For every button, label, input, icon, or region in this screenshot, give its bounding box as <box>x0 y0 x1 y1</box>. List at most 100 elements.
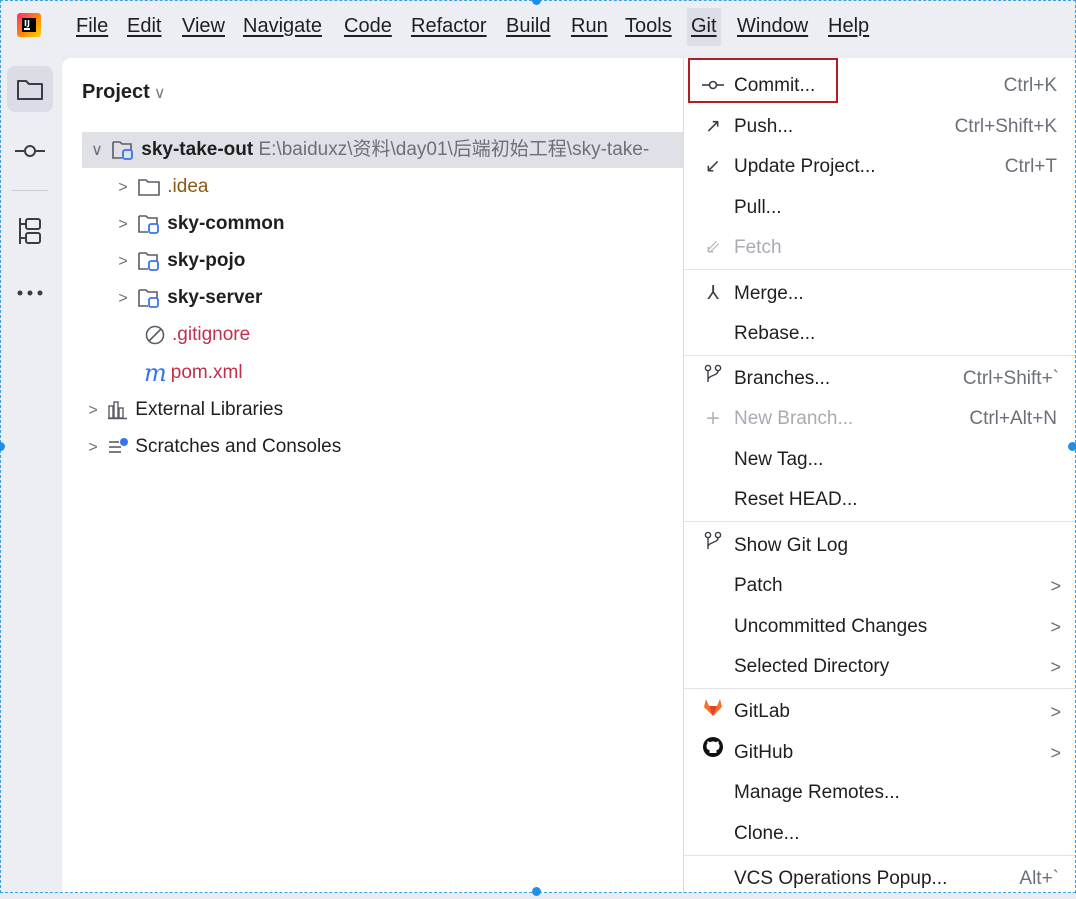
menu-separator <box>684 521 1076 522</box>
chevron-down-icon[interactable]: ∨ <box>88 133 106 169</box>
menu-item-manage-remotes[interactable]: Manage Remotes... <box>684 773 1076 813</box>
menu-item-gitlab[interactable]: GitLab > <box>684 692 1076 732</box>
commit-tool-button[interactable] <box>7 128 53 174</box>
menu-run[interactable]: Run <box>571 14 608 38</box>
tree-row-sky-common[interactable]: > sky-common <box>114 206 284 242</box>
menu-item-label: GitHub <box>734 742 794 763</box>
menu-item-label: New Tag... <box>734 449 824 470</box>
root-module-name: sky-take-out <box>141 139 254 160</box>
menu-separator <box>684 269 1076 270</box>
menu-item-label: Show Git Log <box>734 535 849 556</box>
resize-handle[interactable] <box>532 887 541 896</box>
more-tools-button[interactable] <box>7 270 53 316</box>
chevron-right-icon: > <box>1050 576 1061 596</box>
ignored-file-icon <box>145 325 165 345</box>
tree-item-label: sky-server <box>167 287 263 308</box>
structure-icon <box>19 218 41 244</box>
chevron-right-icon[interactable]: > <box>114 207 132 243</box>
menu-item-update-project[interactable]: ↙ Update Project... Ctrl+T <box>684 147 1076 187</box>
menu-item-clone[interactable]: Clone... <box>684 814 1076 854</box>
menu-item-label: VCS Operations Popup... <box>734 868 948 889</box>
menu-code[interactable]: Code <box>344 14 392 38</box>
menu-item-selected-directory[interactable]: Selected Directory > <box>684 647 1076 687</box>
menu-item-rebase[interactable]: Rebase... <box>684 314 1076 354</box>
menu-item-label: Fetch <box>734 237 782 258</box>
structure-tool-button[interactable] <box>7 208 53 254</box>
menu-item-merge[interactable]: ⅄ Merge... <box>684 274 1076 314</box>
tree-item-label: Scratches and Consoles <box>135 436 342 457</box>
module-folder-icon <box>138 215 160 234</box>
menu-item-new-branch[interactable]: + New Branch... Ctrl+Alt+N <box>684 399 1076 439</box>
tree-row-sky-server[interactable]: > sky-server <box>114 280 262 316</box>
more-icon <box>17 290 43 296</box>
project-title-label: Project <box>82 81 150 103</box>
tree-row-gitignore[interactable]: .gitignore <box>144 317 250 353</box>
project-panel: Project ∨ ∨ sky-take-out E:\baiduxz\资料\da… <box>62 58 708 893</box>
menu-item-label: Merge... <box>734 283 804 304</box>
module-folder-icon <box>138 289 160 308</box>
menu-item-vcs-operations-popup[interactable]: VCS Operations Popup... Alt+` <box>684 859 1076 899</box>
menu-item-new-tag[interactable]: New Tag... <box>684 440 1076 480</box>
menu-build[interactable]: Build <box>506 14 550 38</box>
menu-file[interactable]: File <box>76 14 108 38</box>
chevron-right-icon[interactable]: > <box>114 170 132 206</box>
menu-item-shortcut: Alt+` <box>1019 868 1059 889</box>
library-icon <box>108 401 128 420</box>
menu-item-fetch[interactable]: ⇙ Fetch <box>684 228 1076 268</box>
fetch-icon: ⇙ <box>705 237 721 258</box>
tree-item-label: pom.xml <box>170 362 243 384</box>
menu-tools[interactable]: Tools <box>625 14 672 38</box>
menu-item-label: Update Project... <box>734 156 876 177</box>
menu-window[interactable]: Window <box>737 14 808 38</box>
chevron-right-icon: > <box>1050 702 1061 722</box>
menu-view[interactable]: View <box>182 14 225 38</box>
menu-item-show-git-log[interactable]: Show Git Log <box>684 526 1076 566</box>
branch-icon <box>702 359 724 399</box>
menu-item-label: Selected Directory <box>734 656 890 677</box>
menu-item-reset-head[interactable]: Reset HEAD... <box>684 480 1076 520</box>
menu-item-label: New Branch... <box>734 408 854 429</box>
menu-refactor[interactable]: Refactor <box>411 14 487 38</box>
merge-icon: ⅄ <box>707 283 719 304</box>
plus-icon: + <box>705 405 720 432</box>
menu-help[interactable]: Help <box>828 14 869 38</box>
tree-row-idea[interactable]: > .idea <box>114 169 208 205</box>
resize-handle[interactable] <box>1068 442 1076 451</box>
menu-item-shortcut: Ctrl+K <box>1003 75 1057 96</box>
chevron-right-icon[interactable]: > <box>114 244 132 280</box>
tree-row-scratches[interactable]: > Scratches and Consoles <box>84 429 341 465</box>
tree-row-sky-pojo[interactable]: > sky-pojo <box>114 243 245 279</box>
menu-item-patch[interactable]: Patch > <box>684 566 1076 606</box>
project-panel-title[interactable]: Project ∨ <box>82 81 166 104</box>
menu-git[interactable]: Git <box>687 8 721 46</box>
git-menu: Commit... Ctrl+K ↗ Push... Ctrl+Shift+K … <box>683 58 1076 893</box>
menu-item-branches[interactable]: Branches... Ctrl+Shift+` <box>684 359 1076 399</box>
menu-item-label: Reset HEAD... <box>734 489 858 510</box>
project-tool-button[interactable] <box>7 66 53 112</box>
chevron-right-icon[interactable]: > <box>84 393 102 429</box>
menu-item-label: Clone... <box>734 823 800 844</box>
module-folder-icon <box>112 141 134 160</box>
menu-navigate[interactable]: Navigate <box>243 14 322 38</box>
intellij-logo-icon[interactable]: IJ <box>17 13 41 37</box>
menu-separator <box>684 355 1076 356</box>
menu-item-github[interactable]: GitHub > <box>684 733 1076 773</box>
chevron-right-icon[interactable]: > <box>114 281 132 317</box>
menu-item-push[interactable]: ↗ Push... Ctrl+Shift+K <box>684 107 1076 147</box>
menu-item-label: GitLab <box>734 701 790 722</box>
menu-item-pull[interactable]: Pull... <box>684 188 1076 228</box>
menu-item-shortcut: Ctrl+T <box>1004 156 1057 177</box>
commit-highlight-box <box>688 58 838 103</box>
chevron-right-icon[interactable]: > <box>84 430 102 466</box>
push-arrow-icon: ↗ <box>705 116 721 137</box>
menu-item-shortcut: Ctrl+Shift+K <box>954 116 1057 137</box>
chevron-right-icon: > <box>1050 743 1061 763</box>
menu-item-uncommitted-changes[interactable]: Uncommitted Changes > <box>684 607 1076 647</box>
tree-row-pom[interactable]: m pom.xml <box>144 355 243 391</box>
tree-row-external-libraries[interactable]: > External Libraries <box>84 392 283 428</box>
menu-item-label: Branches... <box>734 368 831 389</box>
tree-row-root[interactable]: ∨ sky-take-out E:\baiduxz\资料\day01\后端初始工… <box>82 132 708 168</box>
update-arrow-icon: ↙ <box>705 156 721 177</box>
menu-edit[interactable]: Edit <box>127 14 161 38</box>
menu-item-shortcut: Ctrl+Alt+N <box>969 408 1057 429</box>
